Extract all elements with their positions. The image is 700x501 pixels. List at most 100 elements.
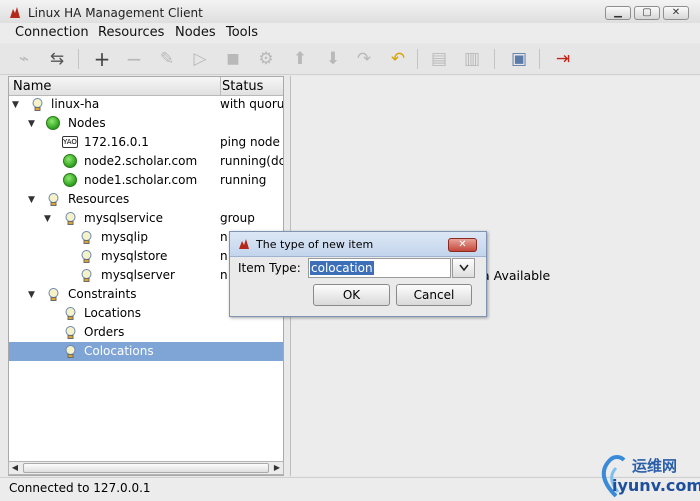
expand-toggle-icon[interactable]: ▼ bbox=[28, 119, 38, 129]
tree-row-ping-node[interactable]: YAO 172.16.0.1 ping node bbox=[9, 133, 283, 152]
toolbar-separator bbox=[78, 49, 79, 69]
item-type-combobox[interactable]: colocation bbox=[308, 258, 451, 278]
tree-row-node1[interactable]: node1.scholar.com running bbox=[9, 171, 283, 190]
tree-row-label: node2.scholar.com bbox=[84, 154, 198, 168]
dialog-title-bar: The type of new item ✕ bbox=[230, 232, 486, 257]
tree-row-label: linux-ha bbox=[51, 97, 100, 111]
tree-row-label: Colocations bbox=[84, 344, 154, 358]
toolbar: ⌁ ⇆ + − ✎ ▷ ■ ⚙ ⬆ ⬇ ↷ ↶ ▤ ▥ ▣ ⇥ bbox=[0, 44, 700, 75]
tree-row-nodes[interactable]: ▼ Nodes bbox=[9, 114, 283, 133]
expand-toggle-icon[interactable]: ▼ bbox=[28, 195, 38, 205]
tree-row-resources[interactable]: ▼ Resources bbox=[9, 190, 283, 209]
menu-connection[interactable]: Connection bbox=[15, 25, 89, 40]
undo-icon[interactable]: ↶ bbox=[386, 47, 410, 71]
chevron-down-icon[interactable] bbox=[452, 258, 475, 278]
watermark-logo: 运维网 iyunv.com bbox=[596, 452, 700, 500]
tree-horizontal-scrollbar[interactable]: ◀ ▶ bbox=[8, 461, 284, 475]
remove-icon[interactable]: − bbox=[122, 47, 146, 71]
add-icon[interactable]: + bbox=[90, 47, 114, 71]
tree-row-label: Nodes bbox=[68, 116, 106, 130]
tree-row-label: node1.scholar.com bbox=[84, 173, 198, 187]
scroll-left-icon[interactable]: ◀ bbox=[9, 462, 21, 474]
standby-node-icon[interactable]: ▤ bbox=[427, 47, 451, 71]
minimize-button[interactable]: ▁ bbox=[605, 6, 631, 20]
node-online-icon bbox=[63, 173, 77, 187]
tree-row-status: with quoru bbox=[220, 97, 284, 111]
status-bar: Connected to 127.0.0.1 bbox=[0, 477, 700, 501]
tree-row-status: running(dc bbox=[220, 154, 284, 168]
move-up-icon[interactable]: ⬆ bbox=[288, 47, 312, 71]
details-message: a Available bbox=[482, 268, 551, 283]
expand-toggle-icon[interactable]: ▼ bbox=[28, 290, 38, 300]
bulb-icon bbox=[65, 212, 76, 225]
connect-icon[interactable]: ⇆ bbox=[45, 47, 69, 71]
tree-row-label: mysqlstore bbox=[101, 249, 168, 263]
expand-toggle-icon[interactable]: ▼ bbox=[44, 214, 54, 224]
gears-icon[interactable]: ⚙ bbox=[254, 47, 278, 71]
tree-row-status: ping node bbox=[220, 135, 280, 149]
name-column-header[interactable]: Name bbox=[13, 79, 51, 94]
disconnect-icon[interactable]: ⌁ bbox=[12, 47, 36, 71]
move-down-icon[interactable]: ⬇ bbox=[321, 47, 345, 71]
cancel-button[interactable]: Cancel bbox=[396, 284, 472, 306]
tree-row-label: 172.16.0.1 bbox=[84, 135, 149, 149]
menu-nodes[interactable]: Nodes bbox=[175, 25, 216, 40]
redo-icon[interactable]: ↷ bbox=[352, 47, 376, 71]
tree-row-label: mysqlserver bbox=[101, 268, 175, 282]
scroll-right-icon[interactable]: ▶ bbox=[271, 462, 283, 474]
node-online-icon bbox=[63, 154, 77, 168]
dialog-close-button[interactable]: ✕ bbox=[448, 238, 477, 252]
bulb-icon bbox=[65, 345, 76, 358]
tree-row-label: Locations bbox=[84, 306, 142, 320]
item-type-label: Item Type: bbox=[238, 261, 301, 275]
tree-row-node2[interactable]: node2.scholar.com running(dc bbox=[9, 152, 283, 171]
tree-row-status: group bbox=[220, 211, 255, 225]
view-log-icon[interactable]: ▣ bbox=[507, 47, 531, 71]
toolbar-separator bbox=[417, 49, 418, 69]
dialog-title: The type of new item bbox=[256, 238, 374, 251]
expand-toggle-icon[interactable]: ▼ bbox=[12, 100, 22, 110]
tree-column-header: Name Status bbox=[9, 77, 283, 96]
bulb-icon bbox=[81, 269, 92, 282]
app-logo-icon bbox=[239, 239, 249, 249]
ok-button[interactable]: OK bbox=[313, 284, 390, 306]
tree-row-colocations[interactable]: Colocations bbox=[9, 342, 283, 361]
new-item-type-dialog: The type of new item ✕ Item Type: coloca… bbox=[229, 231, 487, 317]
bulb-icon bbox=[32, 98, 43, 111]
menu-bar: Connection Resources Nodes Tools bbox=[0, 23, 700, 43]
watermark-text-top: 运维网 bbox=[632, 457, 678, 475]
bulb-icon bbox=[65, 307, 76, 320]
tree-row-linux-ha[interactable]: ▼ linux-ha with quoru bbox=[9, 95, 283, 114]
node-group-icon bbox=[46, 116, 60, 130]
tree-row-label: mysqlservice bbox=[84, 211, 163, 225]
app-logo-icon bbox=[10, 7, 20, 18]
ping-node-icon: YAO bbox=[62, 136, 78, 148]
exit-icon[interactable]: ⇥ bbox=[551, 47, 575, 71]
scrollbar-thumb[interactable] bbox=[23, 463, 269, 473]
connection-status-text: Connected to 127.0.0.1 bbox=[9, 481, 151, 495]
tree-row-label: Orders bbox=[84, 325, 125, 339]
column-divider[interactable] bbox=[220, 77, 221, 95]
close-window-button[interactable]: ✕ bbox=[663, 6, 689, 20]
bulb-icon bbox=[48, 193, 59, 206]
start-icon[interactable]: ▷ bbox=[188, 47, 212, 71]
tree-row-label: Resources bbox=[68, 192, 130, 206]
toolbar-separator bbox=[494, 49, 495, 69]
tree-row-label: Constraints bbox=[68, 287, 137, 301]
status-column-header[interactable]: Status bbox=[222, 79, 263, 94]
maximize-button[interactable]: ▢ bbox=[634, 6, 660, 20]
menu-tools[interactable]: Tools bbox=[226, 25, 258, 40]
bulb-icon bbox=[81, 250, 92, 263]
menu-resources[interactable]: Resources bbox=[98, 25, 164, 40]
bulb-icon bbox=[81, 231, 92, 244]
active-node-icon[interactable]: ▥ bbox=[460, 47, 484, 71]
item-type-value[interactable]: colocation bbox=[310, 261, 374, 275]
window-title: Linux HA Management Client bbox=[28, 6, 203, 20]
stop-icon[interactable]: ■ bbox=[221, 47, 245, 71]
toolbar-separator bbox=[539, 49, 540, 69]
watermark-text-bottom: iyunv.com bbox=[612, 476, 700, 495]
cleanup-icon[interactable]: ✎ bbox=[155, 47, 179, 71]
tree-row-mysqlservice[interactable]: ▼ mysqlservice group bbox=[9, 209, 283, 228]
tree-row-orders[interactable]: Orders bbox=[9, 323, 283, 342]
bulb-icon bbox=[48, 288, 59, 301]
